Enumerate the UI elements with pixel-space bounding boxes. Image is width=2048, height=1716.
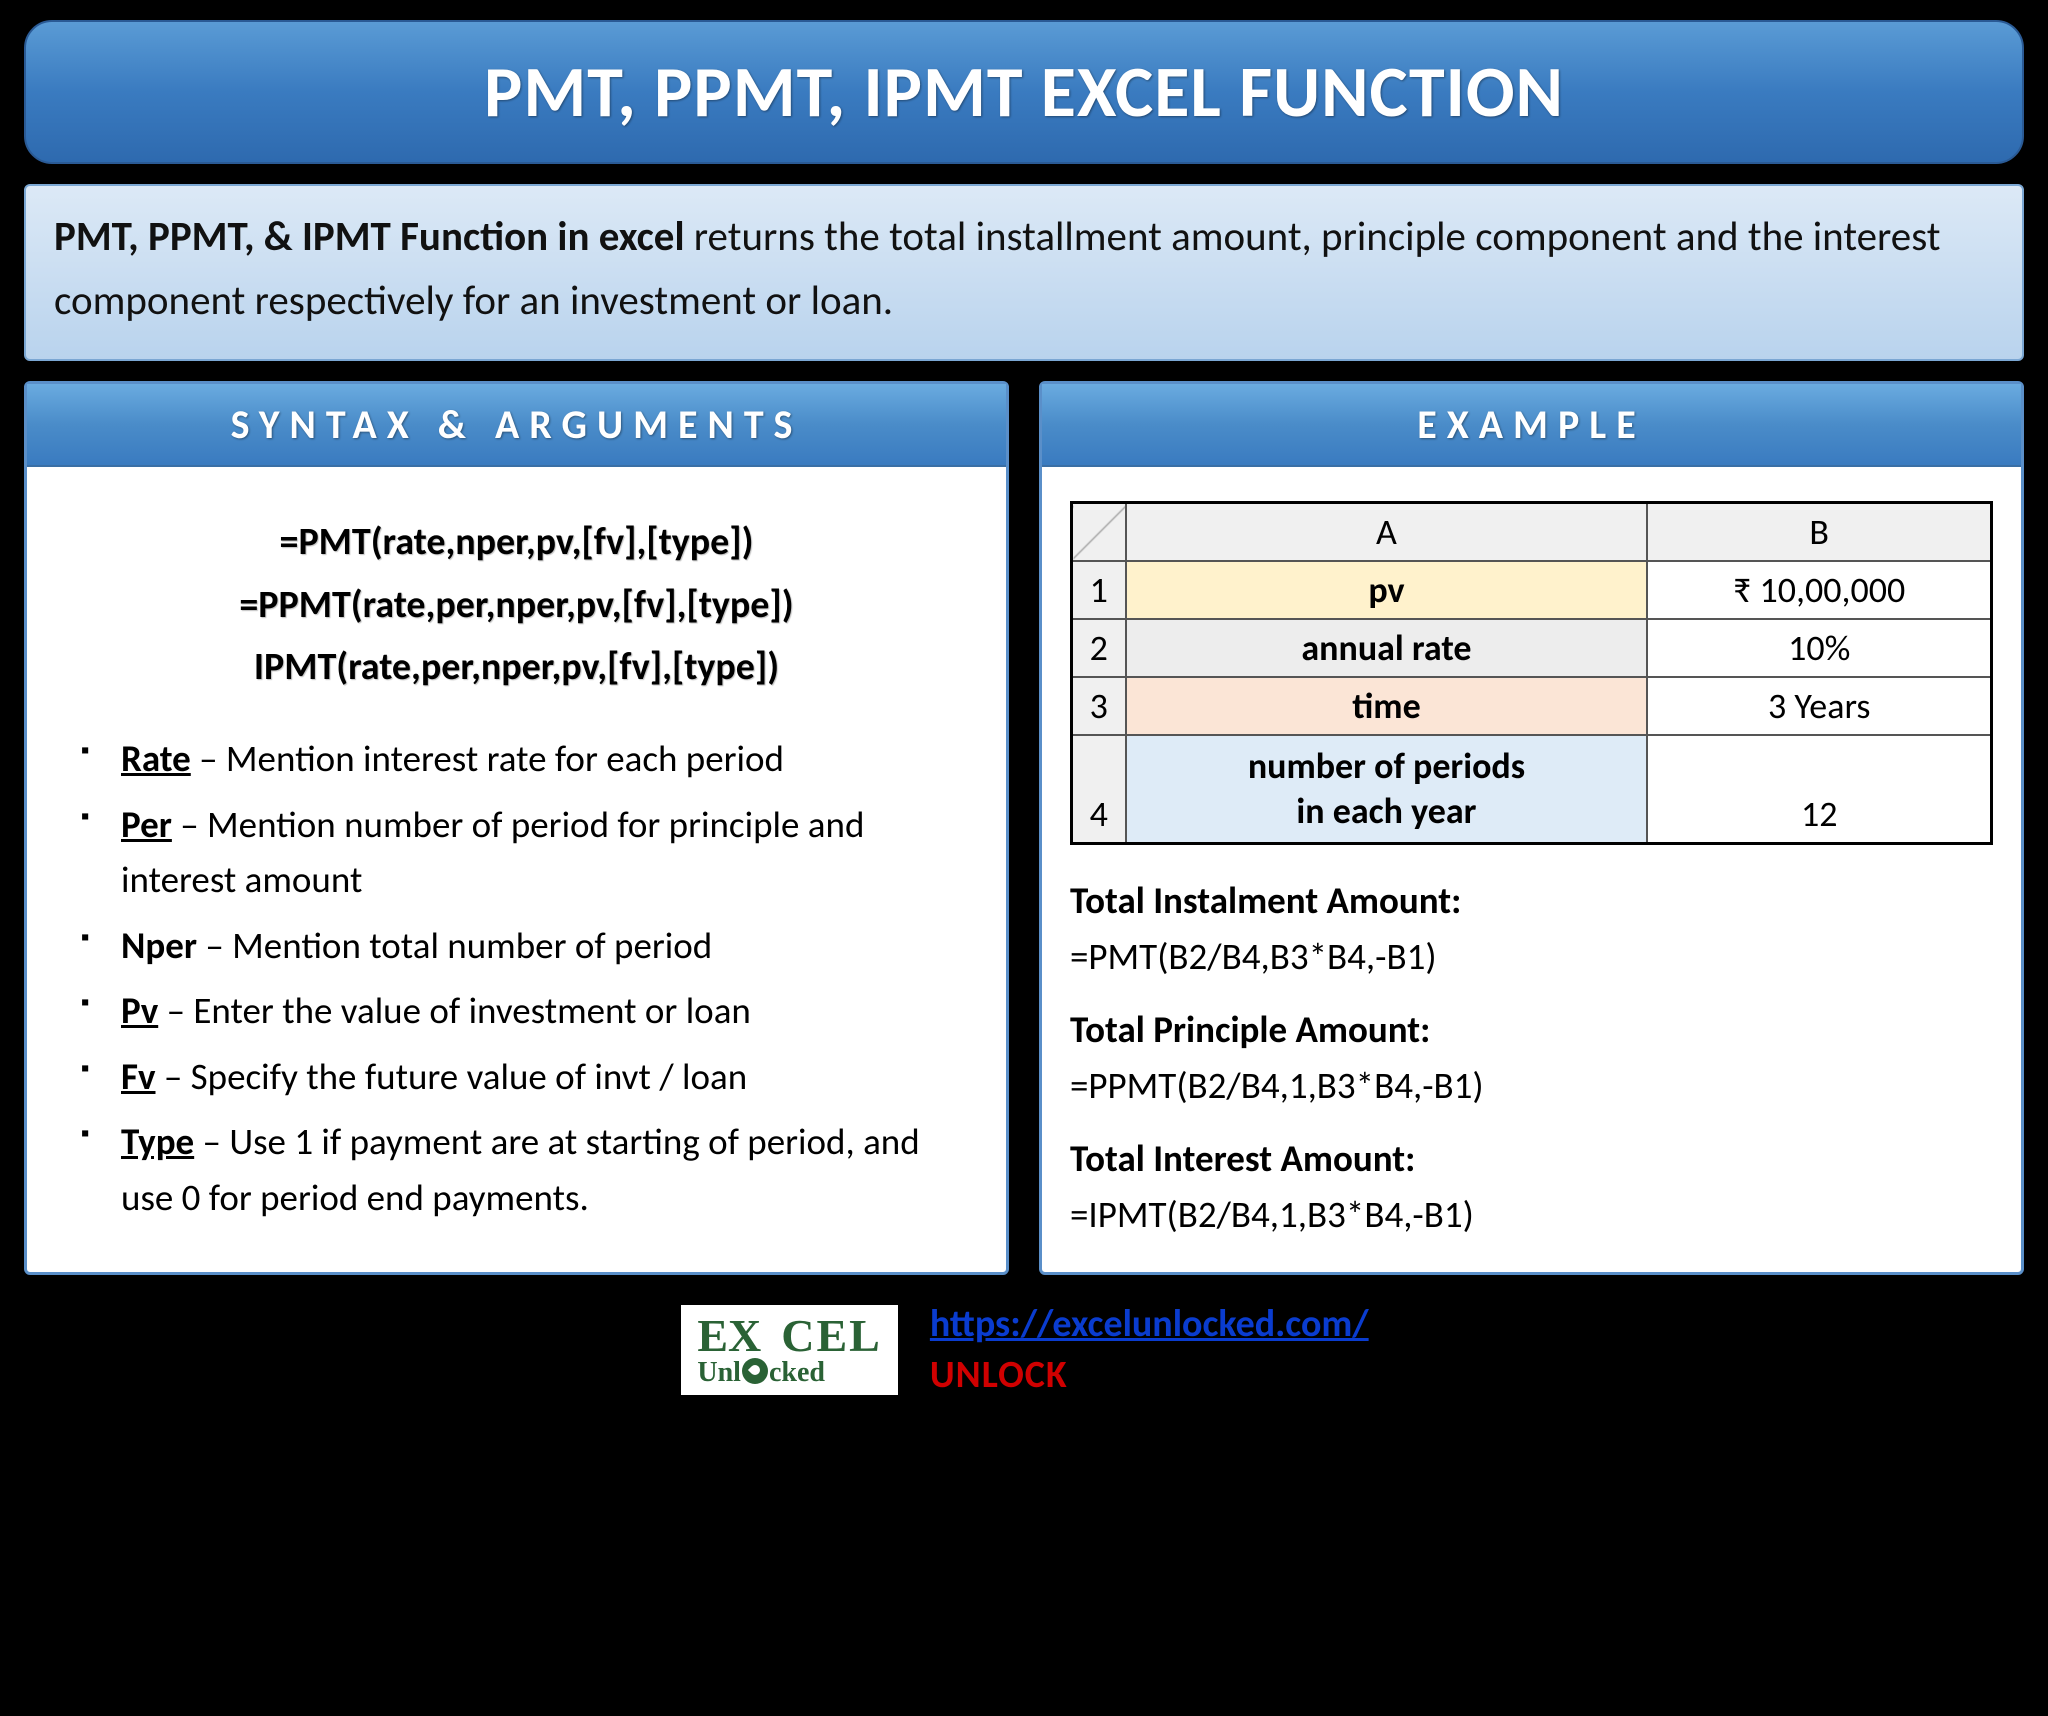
syntax-line-2: =PPMT(rate,per,nper,pv,[fv],[type]): [47, 574, 986, 637]
example-formulas: Total Instalment Amount: =PMT(B2/B4,B3*B…: [1070, 873, 1993, 1242]
arg-rate: Rate – Mention interest rate for each pe…: [89, 731, 966, 787]
formula-3-title: Total Interest Amount:: [1070, 1131, 1993, 1187]
formula-3: =IPMT(B2/B4,1,B3*B4,-B1): [1070, 1187, 1993, 1243]
cell-a2: annual rate: [1126, 619, 1648, 677]
example-header: EXAMPLE: [1042, 384, 2021, 467]
arguments-list: Rate – Mention interest rate for each pe…: [27, 723, 1006, 1269]
syntax-panel: SYNTAX & ARGUMENTS =PMT(rate,nper,pv,[fv…: [24, 381, 1009, 1275]
cell-b4: 12: [1647, 735, 1991, 844]
formula-2: =PPMT(B2/B4,1,B3*B4,-B1): [1070, 1058, 1993, 1114]
arg-nper: Nper – Mention total number of period: [89, 918, 966, 974]
unlock-text: UNLOCK: [930, 1352, 1068, 1398]
page-title: PMT, PPMT, IPMT EXCEL FUNCTION: [24, 20, 2024, 164]
formula-1: =PMT(B2/B4,B3*B4,-B1): [1070, 929, 1993, 985]
row-4-num: 4: [1072, 735, 1126, 844]
syntax-formulas: =PMT(rate,nper,pv,[fv],[type]) =PPMT(rat…: [27, 467, 1006, 723]
cell-b2: 10%: [1647, 619, 1991, 677]
arg-per: Per – Mention number of period for princ…: [89, 797, 966, 908]
cell-b3: 3 Years: [1647, 677, 1991, 735]
syntax-line-3: IPMT(rate,per,nper,pv,[fv],[type]): [47, 636, 986, 699]
table-corner: [1072, 503, 1126, 562]
website-link[interactable]: https://excelunlocked.com/: [930, 1301, 1369, 1347]
row-3-num: 3: [1072, 677, 1126, 735]
col-b-header: B: [1647, 503, 1991, 562]
cell-a4: number of periodsin each year: [1126, 735, 1648, 844]
syntax-line-1: =PMT(rate,nper,pv,[fv],[type]): [47, 511, 986, 574]
excel-unlocked-logo: EXCEL Unlcked: [679, 1303, 900, 1397]
formula-1-title: Total Instalment Amount:: [1070, 873, 1993, 929]
description-bold: PMT, PPMT, & IPMT Function in excel: [54, 212, 685, 262]
example-panel: EXAMPLE A B 1 pv ₹ 10,00,000 2 annual ra…: [1039, 381, 2024, 1275]
cell-a1: pv: [1126, 561, 1648, 619]
arg-type: Type – Use 1 if payment are at starting …: [89, 1114, 966, 1225]
description-box: PMT, PPMT, & IPMT Function in excel retu…: [24, 184, 2024, 361]
col-a-header: A: [1126, 503, 1648, 562]
footer: EXCEL Unlcked https://excelunlocked.com/…: [24, 1299, 2024, 1402]
row-1-num: 1: [1072, 561, 1126, 619]
arg-pv: Pv – Enter the value of investment or lo…: [89, 983, 966, 1039]
cell-a3: time: [1126, 677, 1648, 735]
row-2-num: 2: [1072, 619, 1126, 677]
syntax-header: SYNTAX & ARGUMENTS: [27, 384, 1006, 467]
cell-b1: ₹ 10,00,000: [1647, 561, 1991, 619]
formula-2-title: Total Principle Amount:: [1070, 1002, 1993, 1058]
arg-fv: Fv – Specify the future value of invt / …: [89, 1049, 966, 1105]
example-table: A B 1 pv ₹ 10,00,000 2 annual rate 10% 3…: [1070, 501, 1993, 845]
lock-icon: [742, 1358, 768, 1384]
